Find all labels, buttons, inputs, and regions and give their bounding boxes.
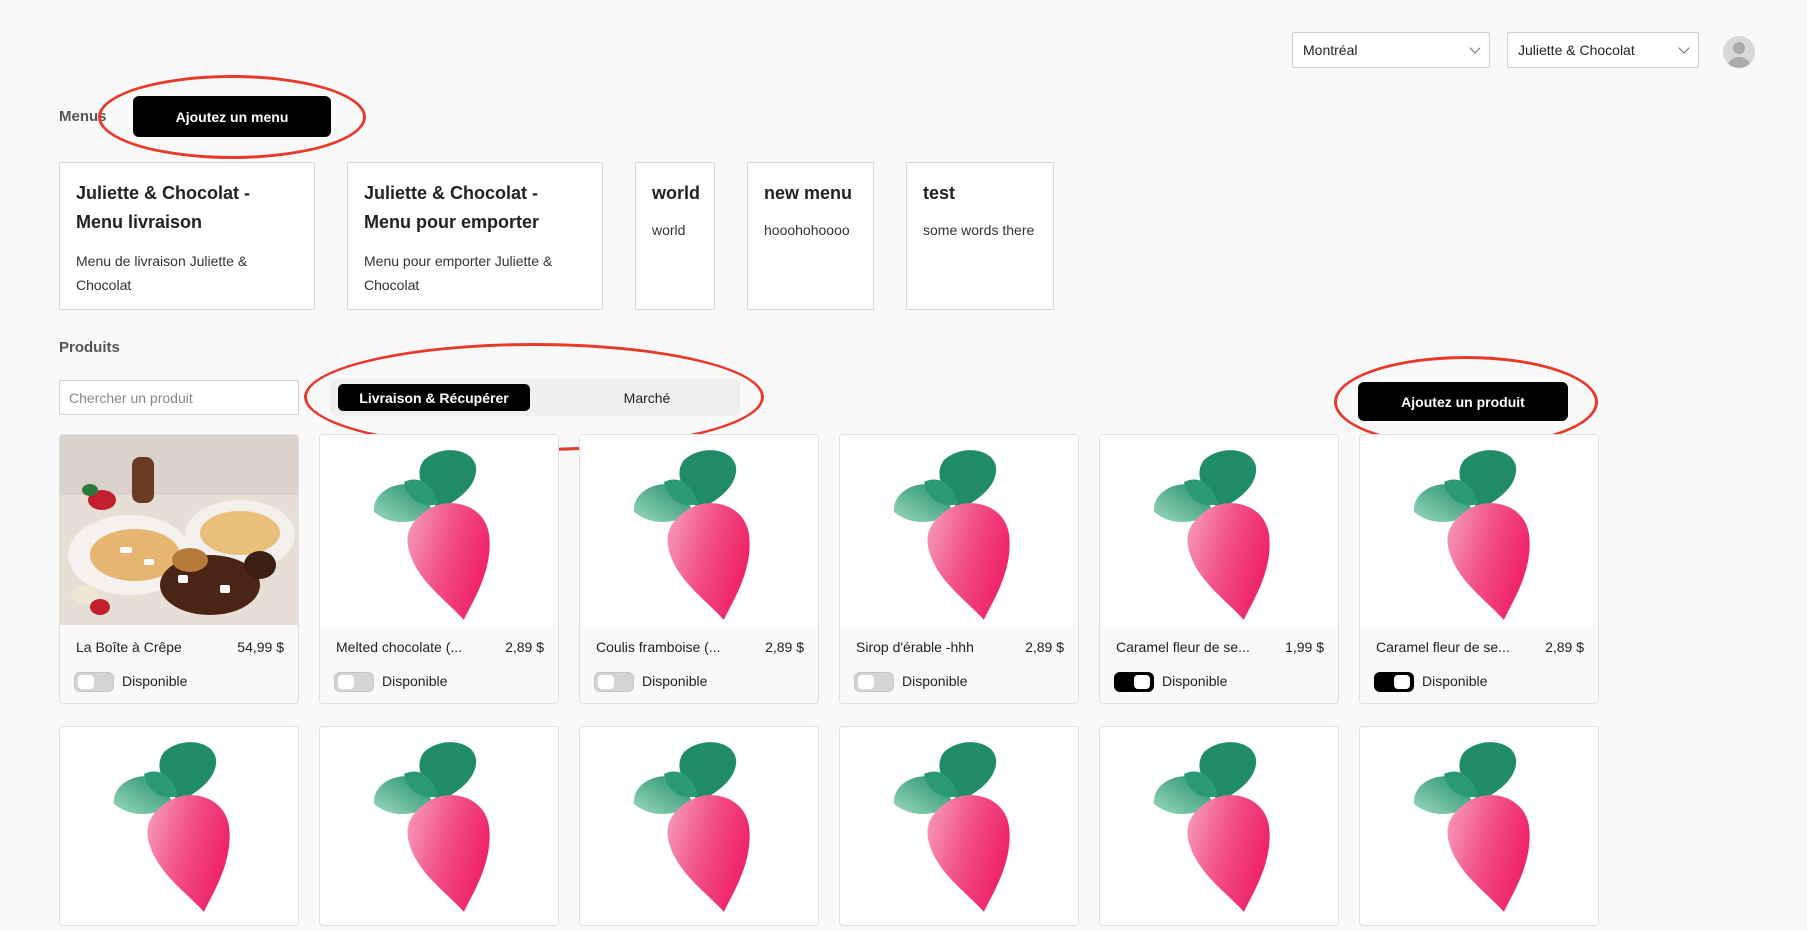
availability-toggle[interactable] — [594, 672, 634, 692]
product-name: Coulis framboise (... — [596, 639, 721, 655]
menu-card-desc: world — [652, 222, 686, 238]
availability-label: Disponible — [1422, 673, 1488, 689]
menu-card[interactable]: Juliette & Chocolat - Menu livraison Men… — [59, 162, 315, 310]
chevron-down-icon — [1469, 42, 1481, 54]
crepe-photo-image — [60, 435, 298, 625]
product-info: Coulis framboise (... 2,89 $ Disponible — [580, 625, 818, 703]
product-price: 2,89 $ — [765, 639, 804, 655]
menu-card[interactable]: Juliette & Chocolat - Menu pour emporter… — [347, 162, 603, 310]
product-price: 54,99 $ — [237, 639, 284, 655]
product-name: Sirop d'érable -hhh — [856, 639, 974, 655]
availability-label: Disponible — [902, 673, 968, 689]
menu-card-title: new menu — [764, 183, 853, 203]
radish-logo-icon — [1360, 727, 1598, 917]
product-price: 2,89 $ — [1545, 639, 1584, 655]
annotation-circle — [98, 75, 366, 159]
radish-logo-icon — [1360, 435, 1598, 625]
radish-logo-icon — [580, 435, 818, 625]
product-card[interactable]: La Boîte à Crêpe 54,99 $ Disponible — [59, 434, 299, 704]
shop-select[interactable]: Juliette & Chocolat — [1507, 32, 1699, 68]
availability-label: Disponible — [642, 673, 708, 689]
menu-card-desc: Menu de livraison Juliette & Chocolat — [76, 253, 248, 293]
radish-logo-icon — [320, 727, 558, 917]
availability-toggle[interactable] — [854, 672, 894, 692]
menu-card-title: Juliette & Chocolat - Menu livraison — [76, 183, 251, 232]
products-section-label: Produits — [59, 339, 120, 356]
product-card[interactable]: Sirop d'érable -hhh 2,89 $ Disponible — [839, 434, 1079, 704]
radish-logo-icon — [1100, 727, 1338, 917]
availability-label: Disponible — [122, 673, 188, 689]
radish-logo-icon — [840, 727, 1078, 917]
product-name: Caramel fleur de se... — [1376, 639, 1510, 655]
availability-toggle[interactable] — [334, 672, 374, 692]
product-card[interactable] — [579, 726, 819, 926]
menu-card-title: world — [652, 183, 700, 203]
product-info: Caramel fleur de se... 1,99 $ Disponible — [1100, 625, 1338, 703]
search-placeholder: Chercher un produit — [69, 389, 193, 406]
availability-toggle[interactable] — [1114, 672, 1154, 692]
menu-card[interactable]: world world — [635, 162, 715, 310]
product-card[interactable] — [59, 726, 299, 926]
radish-logo-icon — [1100, 435, 1338, 625]
radish-logo-icon — [60, 727, 298, 917]
radish-logo-icon — [840, 435, 1078, 625]
menu-card-desc: some words there — [923, 222, 1035, 238]
product-info: Melted chocolate (... 2,89 $ Disponible — [320, 625, 558, 703]
availability-toggle[interactable] — [74, 672, 114, 692]
menu-card-desc: Menu pour emporter Juliette & Chocolat — [364, 253, 553, 293]
product-card[interactable]: Coulis framboise (... 2,89 $ Disponible — [579, 434, 819, 704]
product-name: Melted chocolate (... — [336, 639, 463, 655]
product-name: La Boîte à Crêpe — [76, 639, 182, 655]
availability-label: Disponible — [382, 673, 448, 689]
radish-logo-icon — [320, 435, 558, 625]
product-search-input[interactable]: Chercher un produit — [59, 380, 299, 415]
availability-label: Disponible — [1162, 673, 1228, 689]
menu-card[interactable]: test some words there — [906, 162, 1054, 310]
product-card[interactable]: Melted chocolate (... 2,89 $ Disponible — [319, 434, 559, 704]
product-card[interactable] — [319, 726, 559, 926]
menu-card-title: test — [923, 183, 956, 203]
product-name: Caramel fleur de se... — [1116, 639, 1250, 655]
city-select-value: Montréal — [1303, 42, 1358, 58]
menu-card-title: Juliette & Chocolat - Menu pour emporter — [364, 183, 540, 232]
product-price: 2,89 $ — [505, 639, 544, 655]
product-card[interactable] — [1099, 726, 1339, 926]
user-avatar-icon[interactable] — [1723, 36, 1755, 68]
city-select[interactable]: Montréal — [1292, 32, 1490, 68]
product-card[interactable]: Caramel fleur de se... 1,99 $ Disponible — [1099, 434, 1339, 704]
availability-toggle[interactable] — [1374, 672, 1414, 692]
product-price: 1,99 $ — [1285, 639, 1324, 655]
product-card[interactable]: Caramel fleur de se... 2,89 $ Disponible — [1359, 434, 1599, 704]
product-info: La Boîte à Crêpe 54,99 $ Disponible — [60, 625, 298, 703]
chevron-down-icon — [1678, 42, 1690, 54]
shop-select-value: Juliette & Chocolat — [1518, 42, 1635, 58]
product-info: Caramel fleur de se... 2,89 $ Disponible — [1360, 625, 1598, 703]
menu-card[interactable]: new menu hooohohoooo — [747, 162, 874, 310]
product-price: 2,89 $ — [1025, 639, 1064, 655]
radish-logo-icon — [580, 727, 818, 917]
product-card[interactable] — [1359, 726, 1599, 926]
menu-card-desc: hooohohoooo — [764, 222, 850, 238]
product-info: Sirop d'érable -hhh 2,89 $ Disponible — [840, 625, 1078, 703]
product-card[interactable] — [839, 726, 1079, 926]
